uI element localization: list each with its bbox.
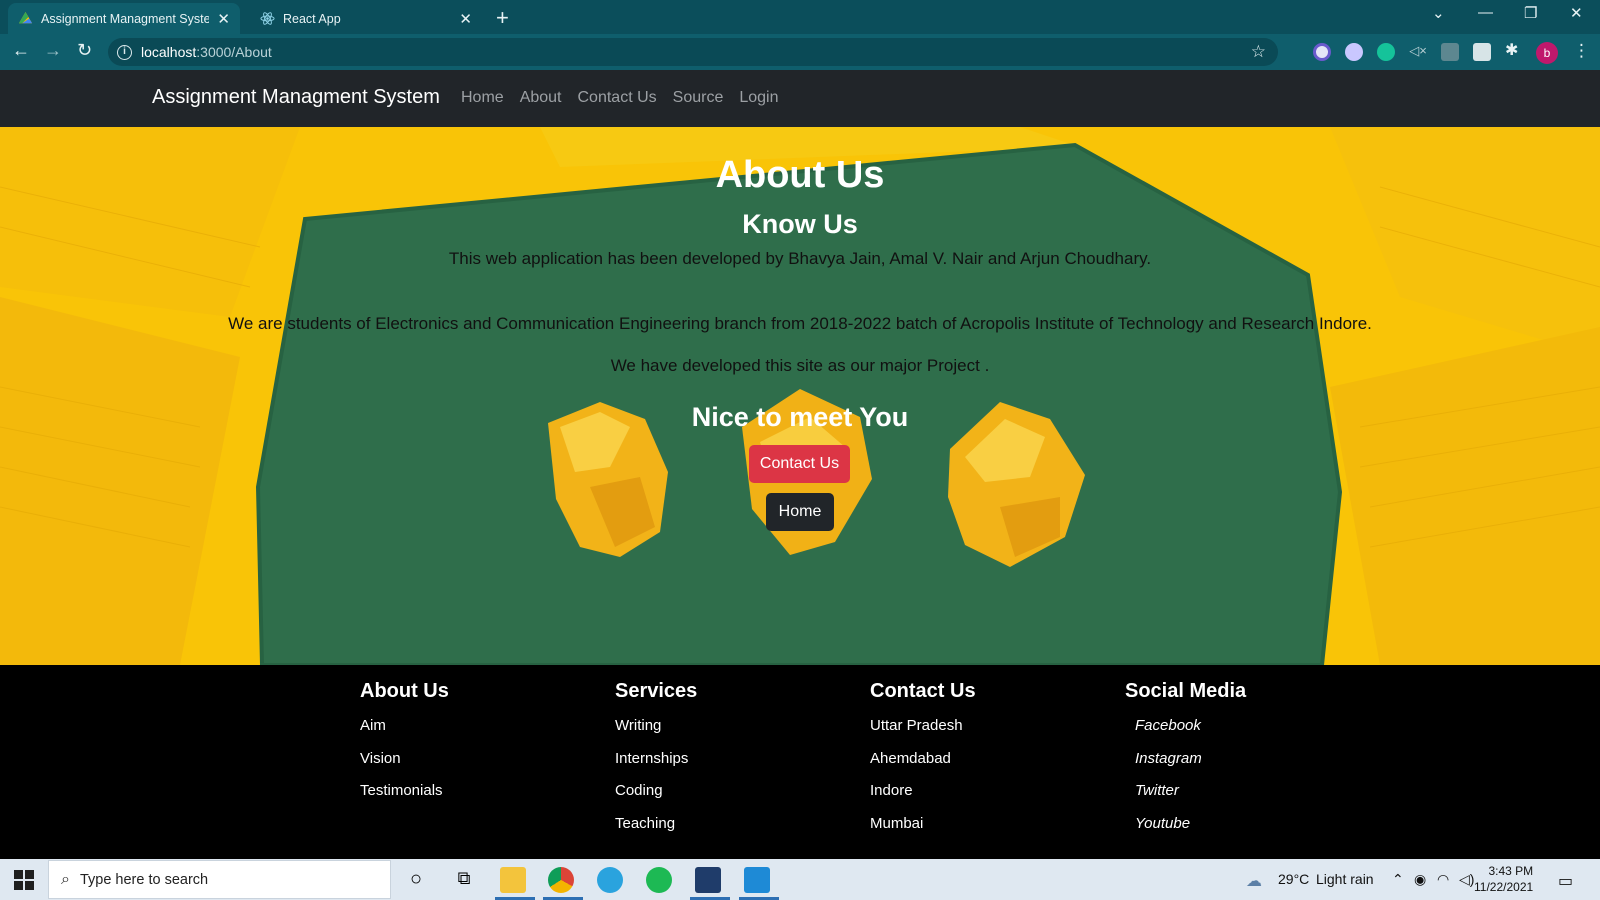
footer-link-instagram[interactable]: Instagram — [1125, 750, 1365, 783]
extension-badge-icon[interactable] — [1473, 43, 1491, 61]
taskbar-search-box[interactable]: ⌕ Type here to search — [48, 860, 391, 899]
nav-link-home[interactable]: Home — [461, 89, 504, 107]
react-icon — [260, 12, 275, 25]
footer-link[interactable]: Writing — [615, 717, 855, 750]
site-info-icon[interactable]: i — [117, 44, 132, 60]
wifi-icon[interactable]: ◠ — [1437, 871, 1449, 888]
menu-kebab-icon[interactable]: ⋮ — [1573, 41, 1590, 61]
tab-search-chevron-icon[interactable]: ⌄ — [1432, 4, 1445, 22]
home-button[interactable]: Home — [766, 493, 834, 531]
search-placeholder: Type here to search — [79, 871, 209, 888]
new-tab-icon[interactable]: + — [496, 5, 509, 31]
browser-tab-strip: Assignment Managment System ✕ React App … — [0, 0, 1600, 34]
developers-text: This web application has been developed … — [448, 249, 1152, 268]
nav-link-login[interactable]: Login — [739, 89, 778, 107]
cortana-circle-icon[interactable]: ○ — [403, 868, 429, 894]
extensions-puzzle-icon[interactable]: ✱ — [1505, 40, 1523, 59]
project-text: We have developed this site as our major… — [610, 356, 990, 375]
telegram-icon[interactable] — [597, 867, 623, 893]
address-bar[interactable]: i localhost:3000/About ☆ — [108, 38, 1278, 66]
meet-now-icon[interactable]: ◉ — [1414, 871, 1426, 888]
site-navbar: Assignment Managment System Home About C… — [0, 70, 1600, 127]
forward-arrow-icon[interactable]: → — [44, 40, 62, 61]
volume-icon[interactable]: ◁) — [1459, 871, 1474, 888]
know-us-heading: Know Us — [742, 209, 858, 239]
footer-column-contact: Contact Us Uttar Pradesh Ahemdabad Indor… — [870, 680, 1110, 847]
extension-block-icon[interactable] — [1313, 43, 1331, 61]
url-path: :3000/About — [196, 44, 272, 60]
url-host: localhost — [141, 44, 197, 60]
profile-avatar[interactable]: b — [1536, 42, 1558, 64]
weather-temp[interactable]: 29°C — [1278, 871, 1309, 887]
footer-column-about: About Us Aim Vision Testimonials — [360, 680, 600, 815]
spotify-icon[interactable] — [646, 867, 672, 893]
tab-title: React App — [283, 11, 341, 26]
nice-to-meet-heading: Nice to meet You — [691, 402, 909, 432]
about-hero: About Us Know Us This web application ha… — [0, 127, 1600, 665]
footer-link[interactable]: Aim — [360, 717, 600, 750]
nav-link-source[interactable]: Source — [673, 89, 724, 107]
clock-time: 3:43 PM — [1488, 864, 1534, 878]
footer-column-services: Services Writing Internships Coding Teac… — [615, 680, 855, 847]
nav-link-contact[interactable]: Contact Us — [578, 89, 657, 107]
restore-icon[interactable]: ❐ — [1524, 4, 1537, 22]
footer-link-youtube[interactable]: Youtube — [1125, 815, 1365, 848]
extension-moon-icon[interactable] — [1345, 43, 1363, 61]
window-close-icon[interactable]: ✕ — [1570, 4, 1583, 22]
footer-heading: Social Media — [1125, 680, 1247, 702]
file-explorer-icon[interactable] — [500, 867, 526, 893]
weather-condition[interactable]: Light rain — [1316, 871, 1374, 887]
site-footer: About Us Aim Vision Testimonials Service… — [0, 665, 1600, 859]
notifications-icon[interactable]: ▭ — [1558, 871, 1573, 891]
footer-link-twitter[interactable]: Twitter — [1125, 782, 1365, 815]
footer-link[interactable]: Coding — [615, 782, 855, 815]
footer-link-facebook[interactable]: Facebook — [1125, 717, 1365, 750]
footer-link[interactable]: Mumbai — [870, 815, 1110, 848]
close-icon[interactable]: ✕ — [459, 10, 472, 28]
mute-tab-icon[interactable]: ◁× — [1409, 43, 1427, 61]
grammarly-icon[interactable] — [1377, 43, 1395, 61]
reload-icon[interactable]: ↻ — [77, 40, 92, 61]
tab-title: Assignment Managment System — [41, 11, 210, 26]
app-window-icon[interactable] — [695, 867, 721, 893]
chrome-icon[interactable] — [548, 867, 574, 893]
extension-rocket-icon[interactable] — [1441, 43, 1459, 61]
vscode-icon[interactable] — [744, 867, 770, 893]
drive-triangle-icon — [18, 11, 33, 24]
footer-column-social: Social Media Facebook Instagram Twitter … — [1125, 680, 1365, 847]
footer-heading: Services — [615, 680, 698, 702]
bookmark-star-icon[interactable]: ☆ — [1251, 42, 1266, 62]
footer-link[interactable]: Uttar Pradesh — [870, 717, 1110, 750]
minimize-icon[interactable]: — — [1478, 4, 1493, 21]
close-icon[interactable]: ✕ — [217, 10, 230, 28]
browser-tab-react-app[interactable]: React App ✕ — [250, 3, 482, 34]
browser-tab-assignment[interactable]: Assignment Managment System ✕ — [8, 3, 240, 34]
footer-link[interactable]: Vision — [360, 750, 600, 783]
footer-link[interactable]: Internships — [615, 750, 855, 783]
windows-taskbar: ⌕ Type here to search ○ ⧉ ☁ 29°C Light r… — [0, 859, 1600, 900]
footer-link[interactable]: Indore — [870, 782, 1110, 815]
page-title: About Us — [715, 154, 885, 196]
footer-heading: Contact Us — [870, 680, 976, 702]
url-text: localhost:3000/About — [141, 44, 272, 60]
task-view-icon[interactable]: ⧉ — [451, 868, 477, 894]
tray-chevron-up-icon[interactable]: ⌃ — [1392, 871, 1404, 888]
students-text: We are students of Electronics and Commu… — [228, 314, 1372, 333]
browser-toolbar: ← → ↻ i localhost:3000/About ☆ ◁× ✱ b ⋮ — [0, 34, 1600, 70]
windows-start-icon[interactable] — [14, 870, 34, 890]
navbar-brand[interactable]: Assignment Managment System — [152, 86, 440, 109]
clock-date: 11/22/2021 — [1474, 880, 1534, 894]
footer-heading: About Us — [360, 680, 449, 702]
back-arrow-icon[interactable]: ← — [12, 40, 30, 61]
taskbar-clock[interactable]: 3:43 PM 11/22/2021 — [1474, 863, 1533, 895]
footer-link[interactable]: Testimonials — [360, 782, 600, 815]
nav-links: Home About Contact Us Source Login — [461, 89, 795, 107]
footer-link[interactable]: Teaching — [615, 815, 855, 848]
weather-cloud-icon[interactable]: ☁ — [1246, 871, 1262, 891]
contact-us-button[interactable]: Contact Us — [749, 445, 850, 483]
search-icon: ⌕ — [61, 870, 70, 888]
nav-link-about[interactable]: About — [520, 89, 562, 107]
hero-background-image — [0, 127, 1600, 665]
footer-link[interactable]: Ahemdabad — [870, 750, 1110, 783]
